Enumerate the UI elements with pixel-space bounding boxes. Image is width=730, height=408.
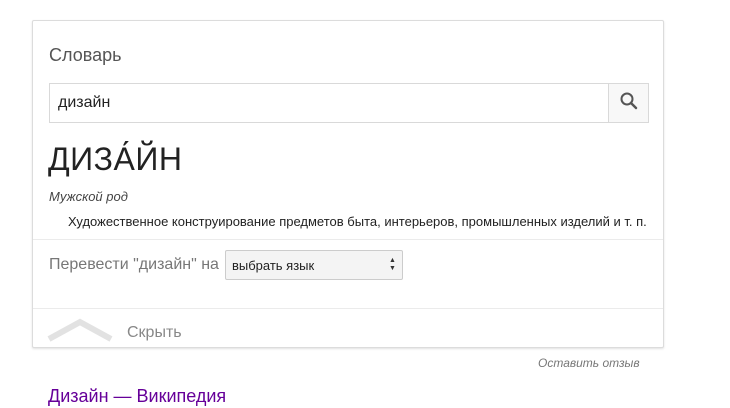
search-button[interactable] <box>608 84 648 122</box>
search-icon <box>619 91 639 116</box>
part-of-speech: Мужской род <box>49 189 128 204</box>
chevron-up-icon <box>47 317 113 348</box>
translate-row: Перевести "дизайн" на выбрать язык ▲ ▼ <box>49 250 403 280</box>
language-select[interactable]: выбрать язык ▲ ▼ <box>224 250 403 280</box>
select-arrows-icon: ▲ ▼ <box>389 257 396 272</box>
definition-text: Художественное конструирование предметов… <box>68 214 647 229</box>
dictionary-card: Словарь ДИЗА́ЙН Мужской род Художественн… <box>32 20 664 348</box>
collapse-button[interactable]: Скрыть <box>47 317 182 348</box>
dictionary-search-input[interactable] <box>50 84 608 122</box>
dictionary-title: Словарь <box>49 45 122 65</box>
divider <box>33 308 663 309</box>
divider <box>33 239 663 240</box>
language-select-value: выбрать язык <box>231 257 315 273</box>
feedback-link[interactable]: Оставить отзыв <box>538 356 640 370</box>
translate-label: Перевести "дизайн" на <box>49 256 219 273</box>
search-result-link[interactable]: Дизайн — Википедия <box>48 386 226 407</box>
headword: ДИЗА́ЙН <box>48 141 183 177</box>
dictionary-search-box <box>49 83 649 123</box>
collapse-label: Скрыть <box>127 323 182 341</box>
